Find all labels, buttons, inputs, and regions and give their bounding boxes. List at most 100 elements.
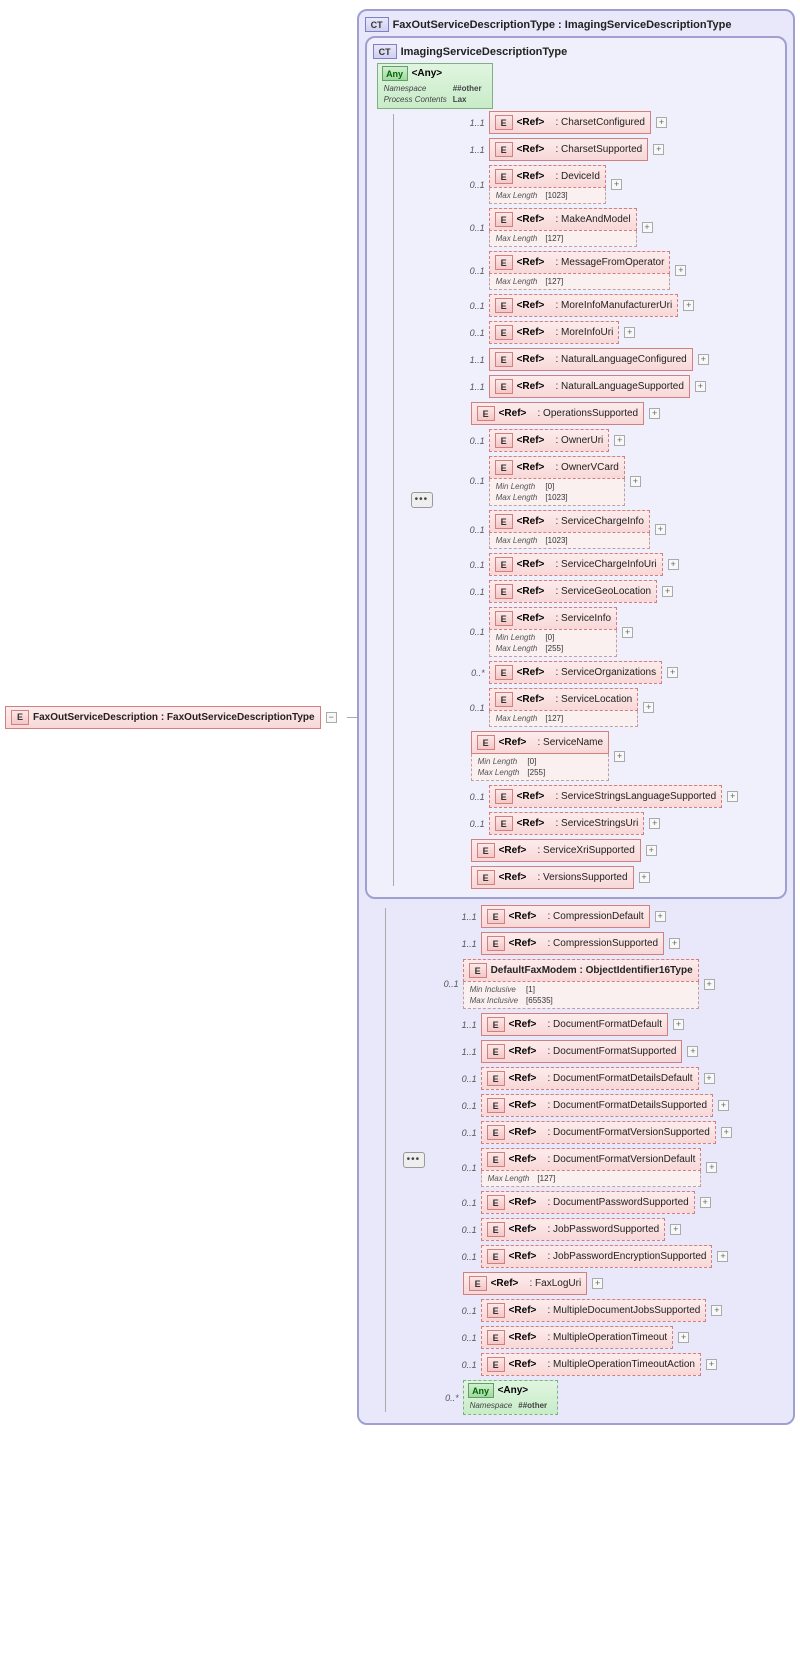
- expand-icon[interactable]: +: [711, 1305, 722, 1316]
- expand-icon[interactable]: +: [655, 911, 666, 922]
- expand-icon[interactable]: +: [669, 938, 680, 949]
- schema-element[interactable]: E<Ref> : MessageFromOperator: [489, 251, 671, 274]
- expand-icon[interactable]: +: [668, 559, 679, 570]
- schema-element[interactable]: E<Ref> : CompressionDefault: [481, 905, 650, 928]
- schema-element[interactable]: E<Ref> : VersionsSupported: [471, 866, 634, 889]
- schema-element[interactable]: E<Ref> : ServiceStringsUri: [489, 812, 645, 835]
- expand-icon[interactable]: +: [667, 667, 678, 678]
- schema-element[interactable]: E<Ref> : CompressionSupported: [481, 932, 665, 955]
- expand-icon[interactable]: +: [718, 1100, 729, 1111]
- ref-label: <Ref>: [517, 462, 545, 473]
- schema-element[interactable]: E<Ref> : ServiceChargeInfoUri: [489, 553, 663, 576]
- expand-icon[interactable]: +: [670, 1224, 681, 1235]
- expand-icon[interactable]: +: [592, 1278, 603, 1289]
- root-element-box[interactable]: E FaxOutServiceDescription : FaxOutServi…: [5, 706, 321, 729]
- schema-element[interactable]: E<Ref> : DocumentFormatSupported: [481, 1040, 683, 1063]
- element-name: : ServiceChargeInfo: [556, 516, 644, 527]
- schema-element-row: 0..1E<Ref> : ServiceGeoLocation+: [457, 580, 739, 603]
- schema-element[interactable]: E<Ref> : MoreInfoManufacturerUri: [489, 294, 679, 317]
- expand-icon[interactable]: +: [649, 408, 660, 419]
- schema-element[interactable]: E<Ref> : MakeAndModel: [489, 208, 637, 231]
- schema-element[interactable]: E<Ref> : DocumentFormatVersionDefault: [481, 1148, 702, 1171]
- expand-icon[interactable]: +: [624, 327, 635, 338]
- expand-icon[interactable]: +: [687, 1046, 698, 1057]
- schema-element-row: 0..1E<Ref> : MoreInfoUri+: [457, 321, 739, 344]
- schema-element[interactable]: E<Ref> : OwnerUri: [489, 429, 610, 452]
- expand-icon[interactable]: +: [630, 476, 641, 487]
- schema-element[interactable]: E<Ref> : NaturalLanguageConfigured: [489, 348, 693, 371]
- schema-element[interactable]: E<Ref> : ServiceXriSupported: [471, 839, 641, 862]
- any-wildcard[interactable]: Any <Any> Namespace##other Process Conte…: [377, 63, 493, 109]
- sequence-icon[interactable]: [403, 1152, 425, 1168]
- expand-icon[interactable]: +: [683, 300, 694, 311]
- any-wildcard-row: 0..*Any<Any>Namespace##other: [431, 1380, 732, 1415]
- expand-icon[interactable]: +: [643, 702, 654, 713]
- any-wildcard[interactable]: Any<Any>Namespace##other: [463, 1380, 559, 1415]
- expand-icon[interactable]: +: [706, 1359, 717, 1370]
- schema-element[interactable]: E<Ref> : DocumentPasswordSupported: [481, 1191, 695, 1214]
- ref-label: <Ref>: [509, 1073, 537, 1084]
- expand-icon[interactable]: +: [656, 117, 667, 128]
- schema-element[interactable]: E<Ref> : MoreInfoUri: [489, 321, 620, 344]
- schema-element[interactable]: E<Ref> : CharsetSupported: [489, 138, 649, 161]
- expand-icon[interactable]: +: [646, 845, 657, 856]
- expand-icon[interactable]: +: [721, 1127, 732, 1138]
- expand-icon[interactable]: +: [706, 1162, 717, 1173]
- schema-element[interactable]: E<Ref> : JobPasswordEncryptionSupported: [481, 1245, 713, 1268]
- expand-icon[interactable]: +: [727, 791, 738, 802]
- collapse-icon[interactable]: −: [326, 712, 337, 723]
- schema-element[interactable]: E<Ref> : MultipleOperationTimeoutAction: [481, 1353, 701, 1376]
- expand-icon[interactable]: +: [639, 872, 650, 883]
- expand-icon[interactable]: +: [700, 1197, 711, 1208]
- schema-element[interactable]: E<Ref> : ServiceStringsLanguageSupported: [489, 785, 723, 808]
- ref-label: <Ref>: [517, 559, 545, 570]
- schema-element[interactable]: E<Ref> : ServiceGeoLocation: [489, 580, 658, 603]
- expand-icon[interactable]: +: [614, 751, 625, 762]
- schema-element[interactable]: E<Ref> : DocumentFormatDetailsSupported: [481, 1094, 713, 1117]
- expand-icon[interactable]: +: [611, 179, 622, 190]
- expand-icon[interactable]: +: [704, 1073, 715, 1084]
- expand-icon[interactable]: +: [678, 1332, 689, 1343]
- schema-element[interactable]: E<Ref> : DocumentFormatDefault: [481, 1013, 668, 1036]
- expand-icon[interactable]: +: [662, 586, 673, 597]
- expand-icon[interactable]: +: [675, 265, 686, 276]
- cardinality-label: 1..1: [449, 912, 477, 922]
- expand-icon[interactable]: +: [704, 979, 715, 990]
- schema-element-row: 0..1E<Ref> : ServiceStringsUri+: [457, 812, 739, 835]
- element-name: : MoreInfoUri: [556, 327, 614, 338]
- schema-element[interactable]: E<Ref> : ServiceOrganizations: [489, 661, 663, 684]
- schema-element[interactable]: EDefaultFaxModem : ObjectIdentifier16Typ…: [463, 959, 699, 982]
- schema-element-row: 0..1E<Ref> : JobPasswordEncryptionSuppor…: [449, 1245, 732, 1268]
- schema-element[interactable]: E<Ref> : FaxLogUri: [463, 1272, 588, 1295]
- cardinality-label: 1..1: [449, 939, 477, 949]
- expand-icon[interactable]: +: [614, 435, 625, 446]
- any-facets: Namespace##other Process ContentsLax: [382, 82, 488, 106]
- expand-icon[interactable]: +: [642, 222, 653, 233]
- ref-label: <Ref>: [517, 791, 545, 802]
- sequence-icon[interactable]: [411, 492, 433, 508]
- schema-element[interactable]: E<Ref> : ServiceLocation: [489, 688, 639, 711]
- schema-element[interactable]: E<Ref> : ServiceInfo: [489, 607, 618, 630]
- schema-element[interactable]: E<Ref> : CharsetConfigured: [489, 111, 651, 134]
- schema-element[interactable]: E<Ref> : MultipleOperationTimeout: [481, 1326, 674, 1349]
- schema-element[interactable]: E<Ref> : JobPasswordSupported: [481, 1218, 666, 1241]
- schema-element[interactable]: E<Ref> : DeviceId: [489, 165, 606, 188]
- schema-element[interactable]: E<Ref> : ServiceChargeInfo: [489, 510, 650, 533]
- expand-icon[interactable]: +: [695, 381, 706, 392]
- expand-icon[interactable]: +: [649, 818, 660, 829]
- expand-icon[interactable]: +: [653, 144, 664, 155]
- expand-icon[interactable]: +: [622, 627, 633, 638]
- schema-element-row: 0..1E<Ref> : DocumentFormatDetailsDefaul…: [449, 1067, 732, 1090]
- expand-icon[interactable]: +: [673, 1019, 684, 1030]
- expand-icon[interactable]: +: [717, 1251, 728, 1262]
- expand-icon[interactable]: +: [655, 524, 666, 535]
- expand-icon[interactable]: +: [698, 354, 709, 365]
- schema-element[interactable]: E<Ref> : NaturalLanguageSupported: [489, 375, 690, 398]
- schema-element[interactable]: E<Ref> : DocumentFormatDetailsDefault: [481, 1067, 699, 1090]
- element-badge-icon: E: [495, 298, 513, 313]
- schema-element[interactable]: E<Ref> : ServiceName: [471, 731, 610, 754]
- schema-element[interactable]: E<Ref> : OwnerVCard: [489, 456, 625, 479]
- schema-element[interactable]: E<Ref> : MultipleDocumentJobsSupported: [481, 1299, 707, 1322]
- schema-element[interactable]: E<Ref> : OperationsSupported: [471, 402, 645, 425]
- schema-element[interactable]: E<Ref> : DocumentFormatVersionSupported: [481, 1121, 716, 1144]
